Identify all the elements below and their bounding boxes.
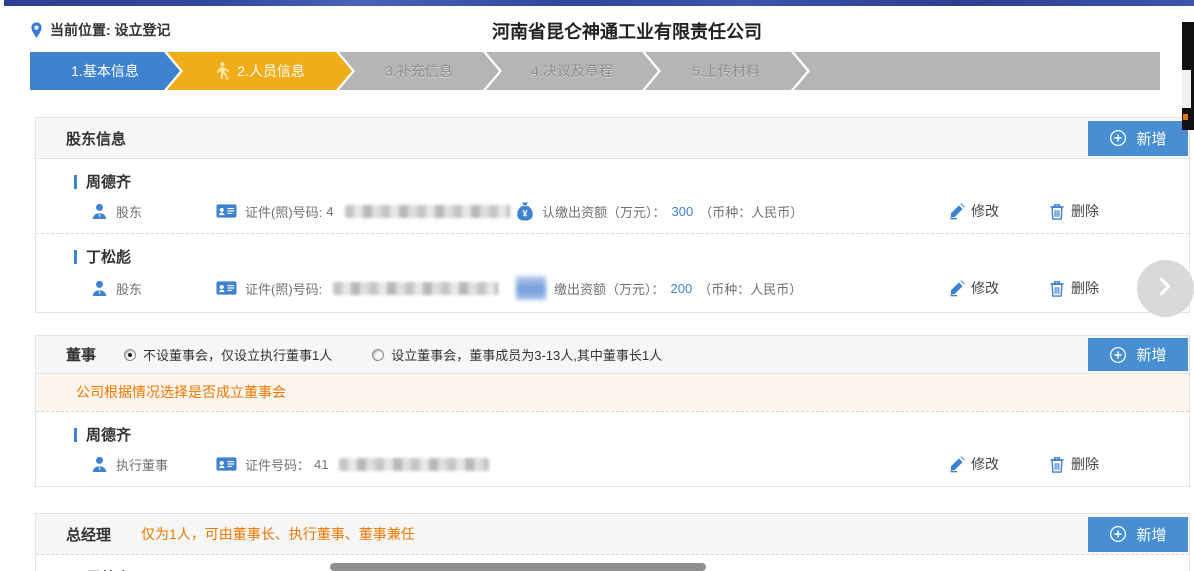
tab-upload-materials[interactable]: 5.上传材料 <box>645 52 807 90</box>
person-name: 周德齐 <box>86 171 131 192</box>
general-manager-header: 总经理 仅为1人，可由董事长、执行董事、董事兼任 新增 <box>36 514 1189 555</box>
delete-button[interactable]: 删除 <box>1049 201 1099 221</box>
step-wizard: 1.基本信息 2.人员信息 3.补充信息 4.决议及章程 5.上传材料 <box>30 52 1160 90</box>
trash-icon <box>1049 456 1065 473</box>
shareholder-row: 周德齐 股东 证件(照)号码: 4 <box>36 159 1189 234</box>
walking-person-icon <box>214 62 229 80</box>
name-accent-bar <box>74 250 77 264</box>
id-card-icon <box>216 456 237 472</box>
edit-button[interactable]: 修改 <box>948 201 999 221</box>
general-manager-title: 总经理 <box>66 524 111 545</box>
next-arrow-button[interactable] <box>1137 260 1194 317</box>
pencil-icon <box>948 280 965 297</box>
id-label: 证件(照)号码: <box>245 202 322 221</box>
id-card-icon <box>216 203 237 219</box>
redacted-id-number <box>345 205 510 218</box>
tab-basic-info[interactable]: 1.基本信息 <box>30 52 180 90</box>
page-header: 当前位置: 设立登记 河南省昆仑神通工业有限责任公司 <box>0 0 1194 44</box>
general-manager-note: 仅为1人，可由董事长、执行董事、董事兼任 <box>141 524 415 544</box>
step-bar-filler <box>794 52 1160 90</box>
directors-section: 董事 不设董事会，仅设立执行董事1人 设立董事会，董事成员为3-13人,其中董事… <box>35 335 1190 487</box>
radio-with-board[interactable]: 设立董事会，董事成员为3-13人,其中董事长1人 <box>372 345 662 364</box>
role-label: 股东 <box>116 202 142 221</box>
person-name: 周德齐 <box>86 424 131 445</box>
add-shareholder-button[interactable]: 新增 <box>1088 121 1188 156</box>
trash-icon <box>1049 203 1065 220</box>
add-manager-button[interactable]: 新增 <box>1088 517 1188 552</box>
person-name: 周德齐 <box>86 567 131 571</box>
side-floating-widget[interactable] <box>1182 22 1194 130</box>
tab-supplementary-info[interactable]: 3.补充信息 <box>339 52 499 90</box>
currency-suffix: （币种：人民币） <box>699 202 803 221</box>
add-director-button[interactable]: 新增 <box>1088 338 1188 371</box>
floating-widget-badge <box>1183 114 1188 120</box>
edit-button[interactable]: 修改 <box>948 454 999 474</box>
redacted-id-number <box>339 458 489 471</box>
delete-button[interactable]: 删除 <box>1049 278 1099 298</box>
floating-widget-panel <box>1182 70 1191 108</box>
location-pin-icon <box>30 22 43 39</box>
tab-resolutions[interactable]: 4.决议及章程 <box>486 52 658 90</box>
role-label: 股东 <box>116 279 142 298</box>
amount-label: 认缴出资额（万元）： <box>542 202 666 221</box>
directors-header: 董事 不设董事会，仅设立执行董事1人 设立董事会，董事成员为3-13人,其中董事… <box>36 336 1189 374</box>
person-icon <box>91 280 108 297</box>
redacted-id-number <box>333 282 498 295</box>
amount-value: 300 <box>670 204 696 219</box>
delete-button[interactable]: 删除 <box>1049 454 1099 474</box>
horizontal-scrollbar-thumb[interactable] <box>330 563 706 571</box>
radio-checked-icon[interactable] <box>124 349 136 361</box>
role-label: 执行董事 <box>116 455 168 474</box>
name-accent-bar <box>74 428 77 442</box>
amount-label: 缴出资额（万元）： <box>554 279 665 298</box>
svg-text:¥: ¥ <box>522 208 527 218</box>
person-icon <box>91 456 108 473</box>
id-card-icon <box>216 280 237 296</box>
plus-circle-icon <box>1109 525 1127 543</box>
id-label: 证件号码： <box>245 455 310 474</box>
shareholders-header: 股东信息 新增 <box>36 118 1189 159</box>
edit-button[interactable]: 修改 <box>948 278 999 298</box>
plus-circle-icon <box>1109 346 1127 364</box>
shareholders-section: 股东信息 新增 周德齐 股东 <box>35 117 1190 313</box>
page-title: 河南省昆仑神通工业有限责任公司 <box>0 18 1194 44</box>
chevron-right-icon <box>1152 277 1170 295</box>
shareholder-row: 丁松彪 股东 证件(照)号码: 缴出资 <box>36 234 1189 312</box>
tab-personnel-info[interactable]: 2.人员信息 <box>167 52 352 90</box>
board-option-group: 不设董事会，仅设立执行董事1人 设立董事会，董事成员为3-13人,其中董事长1人 <box>124 345 662 364</box>
redacted-money-bag-icon <box>516 276 546 300</box>
id-label: 证件(照)号码: <box>245 279 322 298</box>
pencil-icon <box>948 456 965 473</box>
id-visible-digits: 4 <box>326 204 333 219</box>
trash-icon <box>1049 280 1065 297</box>
director-row: 周德齐 执行董事 证件号码： 41 <box>36 412 1189 486</box>
shareholders-title: 股东信息 <box>66 128 126 149</box>
radio-no-board[interactable]: 不设董事会，仅设立执行董事1人 <box>124 345 332 364</box>
id-visible-digits: 41 <box>314 457 328 472</box>
name-accent-bar <box>74 175 77 189</box>
pencil-icon <box>948 203 965 220</box>
person-name: 丁松彪 <box>86 246 131 267</box>
radio-unchecked-icon[interactable] <box>372 349 384 361</box>
registration-page: 当前位置: 设立登记 河南省昆仑神通工业有限责任公司 1.基本信息 2.人员信息… <box>0 0 1194 571</box>
amount-value: 200 <box>669 281 695 296</box>
plus-circle-icon <box>1109 129 1127 147</box>
board-notice: 公司根据情况选择是否成立董事会 <box>36 374 1189 412</box>
breadcrumb: 当前位置: 设立登记 <box>30 20 171 40</box>
currency-suffix: （币种：人民币） <box>698 279 802 298</box>
person-icon <box>91 203 108 220</box>
money-bag-icon: ¥ <box>516 202 534 221</box>
breadcrumb-label: 当前位置: 设立登记 <box>50 20 171 40</box>
directors-title: 董事 <box>66 344 96 365</box>
